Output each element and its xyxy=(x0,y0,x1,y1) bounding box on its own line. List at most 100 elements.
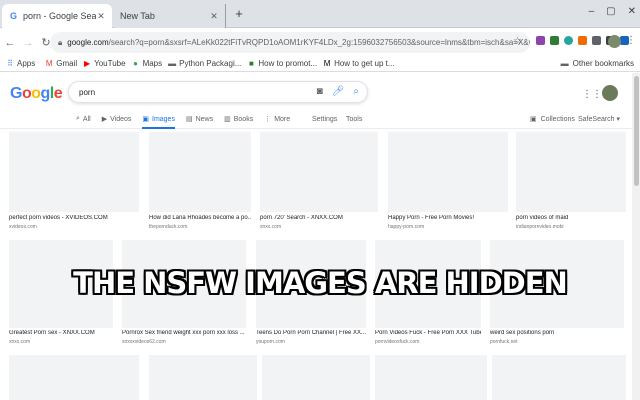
tools-link[interactable]: Tools xyxy=(346,111,362,127)
news-icon: ▤ xyxy=(185,116,193,123)
logo-letter: g xyxy=(40,85,51,102)
image-thumbnail[interactable] xyxy=(9,132,139,212)
result-caption[interactable]: Happy Porn - Free Porn Movies! xyxy=(388,215,508,221)
settings-link[interactable]: Settings xyxy=(312,111,337,127)
collections-link[interactable]: ▣ Collections xyxy=(530,111,575,127)
result-caption[interactable]: perfect porn videos - XVIDEOS.COM xyxy=(9,215,139,221)
video-icon: ▶ xyxy=(101,116,108,123)
collections-label: Collections xyxy=(540,115,575,123)
tab-news[interactable]: ▤ News xyxy=(186,111,213,127)
collections-icon: ▣ xyxy=(530,116,537,123)
puzzle-icon[interactable] xyxy=(592,36,601,45)
bookmark-item[interactable]: ▬ Python Packagi... xyxy=(168,59,241,68)
tab-videos[interactable]: ▶ Videos xyxy=(102,111,132,127)
search-input[interactable]: porn ◙ 🎤︎ ⌕ xyxy=(68,81,368,103)
url-host: google.com xyxy=(67,38,109,47)
image-thumbnail[interactable] xyxy=(149,132,251,212)
url-path: /search?q=porn&sxsrf=ALeKk022tFiTvRQPD1o… xyxy=(108,38,530,47)
image-thumbnail[interactable] xyxy=(9,355,139,400)
image-results-grid: perfect porn videos - XVIDEOS.COM xvideos… xyxy=(0,130,632,400)
result-source: pornfuck.net xyxy=(490,339,518,345)
result-source: indianpornvideo.mobi xyxy=(516,224,564,230)
result-caption[interactable]: Porn Videos Fuck - Free Porn XXX Tube xyxy=(375,330,481,336)
result-source: pornvideosfuck.com xyxy=(375,339,420,345)
google-favicon-icon: G xyxy=(9,11,17,21)
result-caption[interactable]: weird sex positions porn xyxy=(490,330,624,336)
search-icon: ⌕ xyxy=(76,115,80,122)
bookmark-label: Gmail xyxy=(56,59,78,68)
result-source: thepornduck.com xyxy=(149,224,188,230)
tab-books[interactable]: ▥ Books xyxy=(224,111,253,127)
tab-label: Books xyxy=(233,115,254,123)
image-thumbnail[interactable] xyxy=(516,132,626,212)
image-thumbnail[interactable] xyxy=(262,355,370,400)
extension-icon[interactable] xyxy=(578,36,587,45)
bookmark-item[interactable]: ● Maps xyxy=(132,58,163,68)
maximize-icon[interactable]: ▢ xyxy=(606,6,615,17)
extension-icon[interactable] xyxy=(550,36,559,45)
lock-icon: 🔒︎ xyxy=(58,37,63,47)
other-bookmarks[interactable]: ▬ Other bookmarks xyxy=(561,59,634,68)
close-tab-icon[interactable]: ✕ xyxy=(96,11,106,22)
search-tabs: ⌕ All ▶ Videos ▣ Images ▤ News ▥ Books ⋮ More xyxy=(76,111,301,129)
image-thumbnail[interactable] xyxy=(492,355,626,400)
tab-more[interactable]: ⋮ More xyxy=(264,111,290,127)
bookmark-favicon-icon: ■ xyxy=(248,58,254,68)
tab-images[interactable]: ▣ Images xyxy=(142,111,175,129)
google-logo[interactable]: Google xyxy=(10,85,63,103)
address-bar[interactable]: 🔒︎ google.com/search?q=porn&sxsrf=ALeKk0… xyxy=(50,32,530,53)
result-caption[interactable]: porn videos of maid xyxy=(516,215,626,221)
scrollbar-thumb[interactable] xyxy=(634,76,639,186)
back-icon[interactable]: ← xyxy=(2,35,18,51)
image-thumbnail[interactable] xyxy=(375,355,487,400)
microphone-icon[interactable]: 🎤︎ xyxy=(332,86,345,97)
browser-menu-icon[interactable]: ⋮ xyxy=(626,35,636,46)
result-caption[interactable]: Pornrox Sex friend weight xxx porn xxx l… xyxy=(122,330,246,336)
logo-letter: e xyxy=(53,85,63,102)
result-caption[interactable]: porn 720' Search - XNXX.COM xyxy=(260,215,378,221)
folder-icon: ▬ xyxy=(168,58,177,68)
bookmark-star-icon[interactable]: ☆ xyxy=(513,36,522,47)
profile-avatar[interactable] xyxy=(608,35,621,48)
new-tab-button[interactable]: + xyxy=(232,6,246,22)
logo-letter: o xyxy=(31,85,41,102)
tab-new-tab[interactable]: New Tab ✕ xyxy=(114,4,226,28)
result-caption[interactable]: How did Lana Rhoades become a po... xyxy=(149,215,251,221)
window-controls: – ▢ ✕ xyxy=(589,6,636,17)
gmail-icon: M xyxy=(45,58,53,68)
tab-title: New Tab xyxy=(120,11,155,21)
minimize-icon[interactable]: – xyxy=(589,6,595,17)
close-tab-icon[interactable]: ✕ xyxy=(209,11,219,22)
folder-icon: ▬ xyxy=(560,59,569,68)
extension-icon[interactable] xyxy=(564,36,573,45)
image-thumbnail[interactable] xyxy=(260,132,378,212)
close-window-icon[interactable]: ✕ xyxy=(628,6,636,17)
search-query: porn xyxy=(79,87,96,97)
safesearch-dropdown[interactable]: SafeSearch ▾ xyxy=(578,111,620,127)
result-source: xnxxxvideos62.com xyxy=(122,339,166,345)
bookmark-item[interactable]: ⠿ Apps xyxy=(6,59,35,68)
result-caption[interactable]: Teens Do Porn Porn Channel | Free XX... xyxy=(256,330,366,336)
account-avatar[interactable] xyxy=(602,85,618,101)
bookmark-label: YouTube xyxy=(94,59,126,68)
tab-title: porn - Google Search xyxy=(23,11,96,21)
browser-toolbar: ← → ↻ 🔒︎ google.com/search?q=porn&sxsrf=… xyxy=(0,29,640,56)
tab-all[interactable]: ⌕ All xyxy=(76,111,91,127)
extension-icon[interactable] xyxy=(536,36,545,45)
maps-pin-icon: ● xyxy=(133,58,138,68)
bookmarks-bar: ⠿ Apps M Gmail ▶ YouTube ● Maps ▬ Python Packagi.… xyxy=(0,56,640,72)
bookmark-item[interactable]: M How to get up t... xyxy=(323,59,395,68)
bookmark-item[interactable]: M Gmail xyxy=(45,59,77,68)
apps-grid-icon: ⠿ xyxy=(7,58,13,68)
bookmark-item[interactable]: ■ How to promot... xyxy=(247,59,317,68)
image-thumbnail[interactable] xyxy=(149,355,257,400)
camera-icon[interactable]: ◙ xyxy=(317,86,323,97)
tab-google-search[interactable]: G porn - Google Search ✕ xyxy=(2,4,112,28)
bookmark-label: Maps xyxy=(142,59,163,68)
result-caption[interactable]: Greatest Porn sex - XNXX.COM xyxy=(9,330,113,336)
image-thumbnail[interactable] xyxy=(388,132,508,212)
result-source: youporn.com xyxy=(256,339,285,345)
bookmark-item[interactable]: ▶ YouTube xyxy=(83,59,126,68)
search-icon[interactable]: ⌕ xyxy=(353,86,359,97)
forward-icon[interactable]: → xyxy=(20,35,36,51)
